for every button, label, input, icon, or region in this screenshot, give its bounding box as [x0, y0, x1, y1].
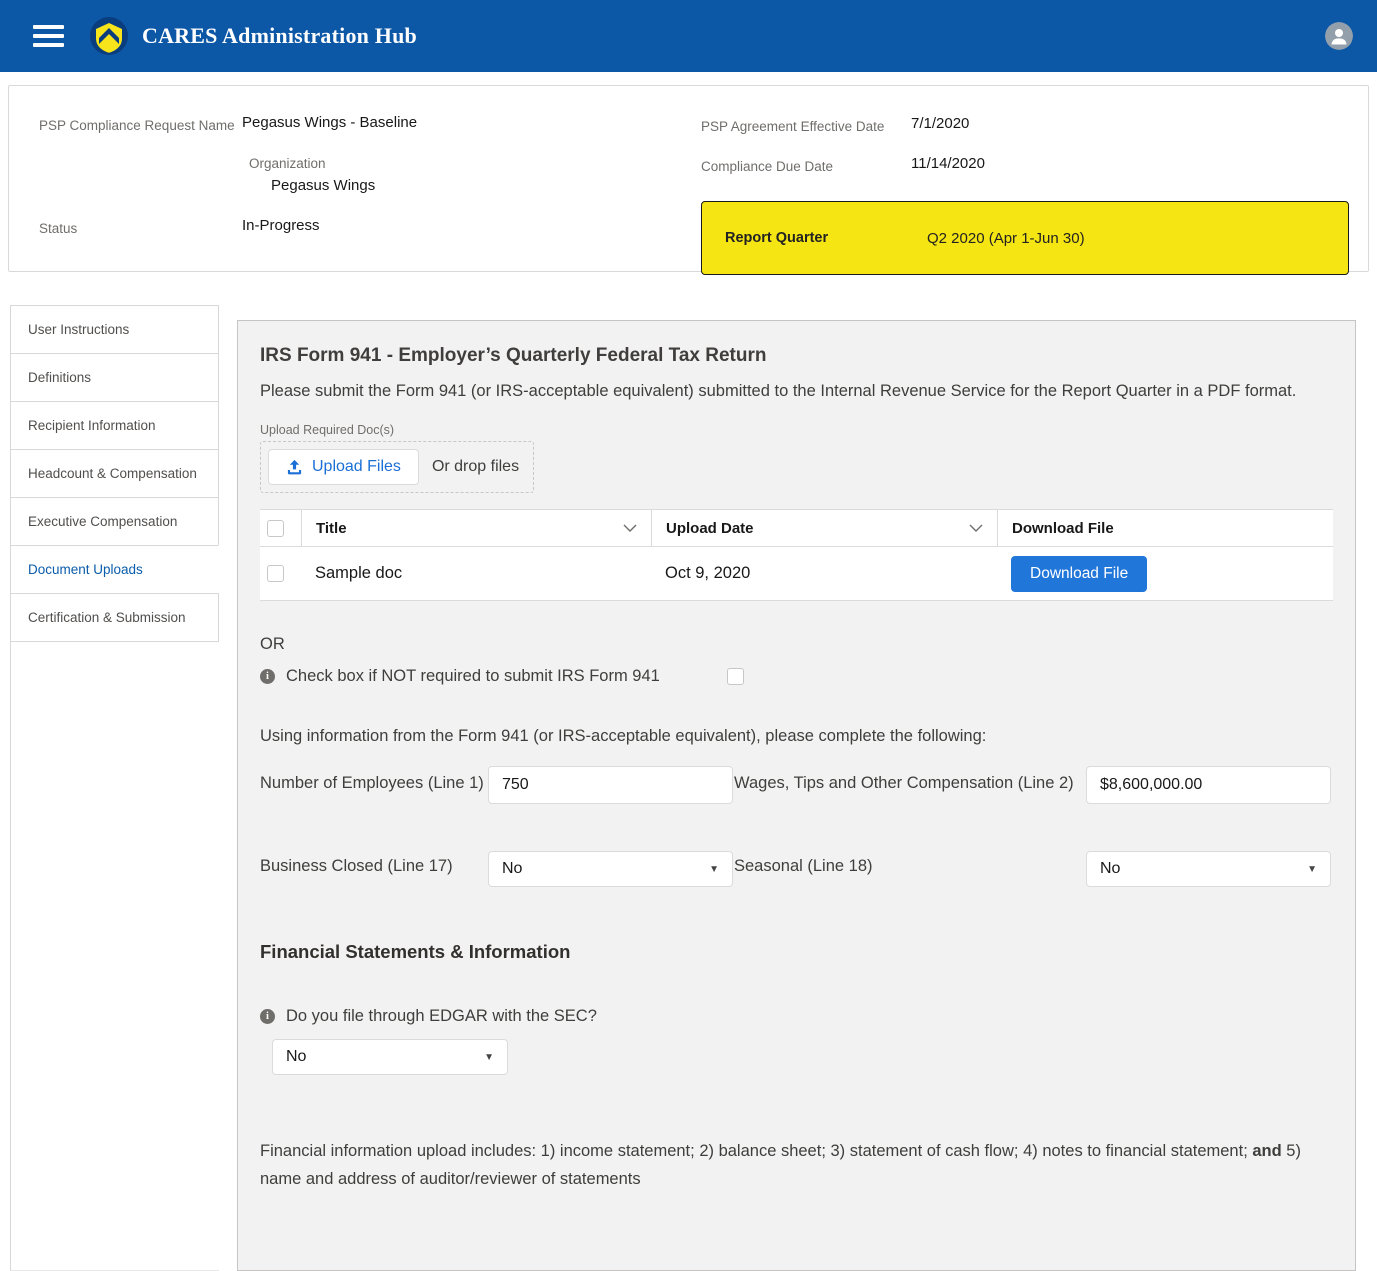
or-separator-text: OR	[260, 635, 1333, 654]
report-quarter-value: Q2 2020 (Apr 1-Jun 30)	[927, 230, 1085, 247]
upload-files-button[interactable]: Upload Files	[268, 449, 419, 485]
uploaded-documents-table: Title Upload Date Download File Sa	[260, 509, 1333, 601]
section-sidebar: User Instructions Definitions Recipient …	[10, 305, 219, 1271]
document-uploads-panel: IRS Form 941 - Employer’s Quarterly Fede…	[237, 320, 1356, 1271]
upload-files-label: Upload Files	[312, 458, 401, 476]
report-quarter-label: Report Quarter	[725, 230, 927, 246]
download-file-button[interactable]: Download File	[1011, 556, 1147, 592]
dropdown-caret-icon: ▼	[484, 1052, 494, 1063]
info-icon[interactable]: i	[260, 669, 275, 684]
seasonal-field-label: Seasonal (Line 18)	[733, 849, 1086, 880]
table-row: Sample doc Oct 9, 2020 Download File	[260, 547, 1333, 600]
edgar-select[interactable]: No ▼	[272, 1039, 508, 1075]
edgar-question-label: Do you file through EDGAR with the SEC?	[286, 1007, 597, 1026]
form941-instruction: Using information from the Form 941 (or …	[260, 727, 1333, 746]
chevron-down-icon[interactable]	[623, 524, 637, 532]
employees-input[interactable]	[488, 766, 733, 804]
user-avatar-icon[interactable]	[1325, 22, 1353, 50]
menu-icon[interactable]	[33, 25, 64, 47]
info-icon[interactable]: i	[260, 1009, 275, 1024]
not-required-checkbox-label: Check box if NOT required to submit IRS …	[286, 667, 660, 686]
sidebar-item-document-uploads[interactable]: Document Uploads	[10, 545, 219, 594]
seasonal-select[interactable]: No ▼	[1086, 851, 1331, 887]
business-closed-select[interactable]: No ▼	[488, 851, 733, 887]
status-label: Status	[39, 216, 242, 238]
wages-field-label: Wages, Tips and Other Compensation (Line…	[733, 766, 1086, 797]
organization-value: Pegasus Wings	[271, 176, 701, 195]
dropdown-caret-icon: ▼	[1307, 864, 1317, 875]
row-checkbox[interactable]	[267, 565, 284, 582]
column-header-upload-date[interactable]: Upload Date	[651, 510, 997, 546]
upload-icon	[286, 459, 303, 476]
compliance-summary-card: PSP Compliance Request Name Pegasus Wing…	[8, 85, 1369, 272]
report-quarter-highlight: Report Quarter Q2 2020 (Apr 1-Jun 30)	[701, 201, 1349, 275]
financial-section-title: Financial Statements & Information	[260, 941, 1333, 963]
sidebar-item-certification-submission[interactable]: Certification & Submission	[10, 593, 219, 642]
upload-required-docs-label: Upload Required Doc(s)	[260, 423, 1333, 437]
due-date-value: 11/14/2020	[911, 154, 985, 176]
app-logo-icon	[89, 16, 129, 56]
top-navbar: CARES Administration Hub	[0, 0, 1377, 72]
status-value: In-Progress	[242, 216, 320, 238]
sidebar-item-executive-compensation[interactable]: Executive Compensation	[10, 497, 219, 546]
financial-upload-note: Financial information upload includes: 1…	[260, 1137, 1333, 1193]
business-closed-field-label: Business Closed (Line 17)	[260, 849, 488, 880]
column-header-download-file: Download File	[997, 510, 1333, 546]
select-all-checkbox[interactable]	[267, 520, 284, 537]
file-dropzone[interactable]: Upload Files Or drop files	[260, 441, 534, 493]
drop-files-text: Or drop files	[432, 458, 519, 476]
request-name-label: PSP Compliance Request Name	[39, 113, 242, 135]
form941-title: IRS Form 941 - Employer’s Quarterly Fede…	[260, 345, 1333, 367]
sidebar-item-user-instructions[interactable]: User Instructions	[10, 305, 219, 354]
dropdown-caret-icon: ▼	[709, 864, 719, 875]
doc-upload-date-cell: Oct 9, 2020	[651, 564, 997, 583]
wages-input[interactable]	[1086, 766, 1331, 804]
doc-title-cell: Sample doc	[301, 564, 651, 583]
table-header-row: Title Upload Date Download File	[260, 510, 1333, 547]
app-title: CARES Administration Hub	[142, 23, 417, 49]
column-header-title[interactable]: Title	[301, 510, 651, 546]
sidebar-item-recipient-information[interactable]: Recipient Information	[10, 401, 219, 450]
form941-description: Please submit the Form 941 (or IRS-accep…	[260, 377, 1332, 405]
request-name-value: Pegasus Wings - Baseline	[242, 113, 417, 135]
chevron-down-icon[interactable]	[969, 524, 983, 532]
effective-date-label: PSP Agreement Effective Date	[701, 114, 911, 136]
effective-date-value: 7/1/2020	[911, 114, 969, 136]
due-date-label: Compliance Due Date	[701, 154, 911, 176]
sidebar-item-headcount-compensation[interactable]: Headcount & Compensation	[10, 449, 219, 498]
employees-field-label: Number of Employees (Line 1)	[260, 766, 488, 797]
sidebar-rail	[10, 642, 219, 1271]
organization-label: Organization	[249, 154, 701, 173]
not-required-checkbox[interactable]	[727, 668, 744, 685]
sidebar-item-definitions[interactable]: Definitions	[10, 353, 219, 402]
